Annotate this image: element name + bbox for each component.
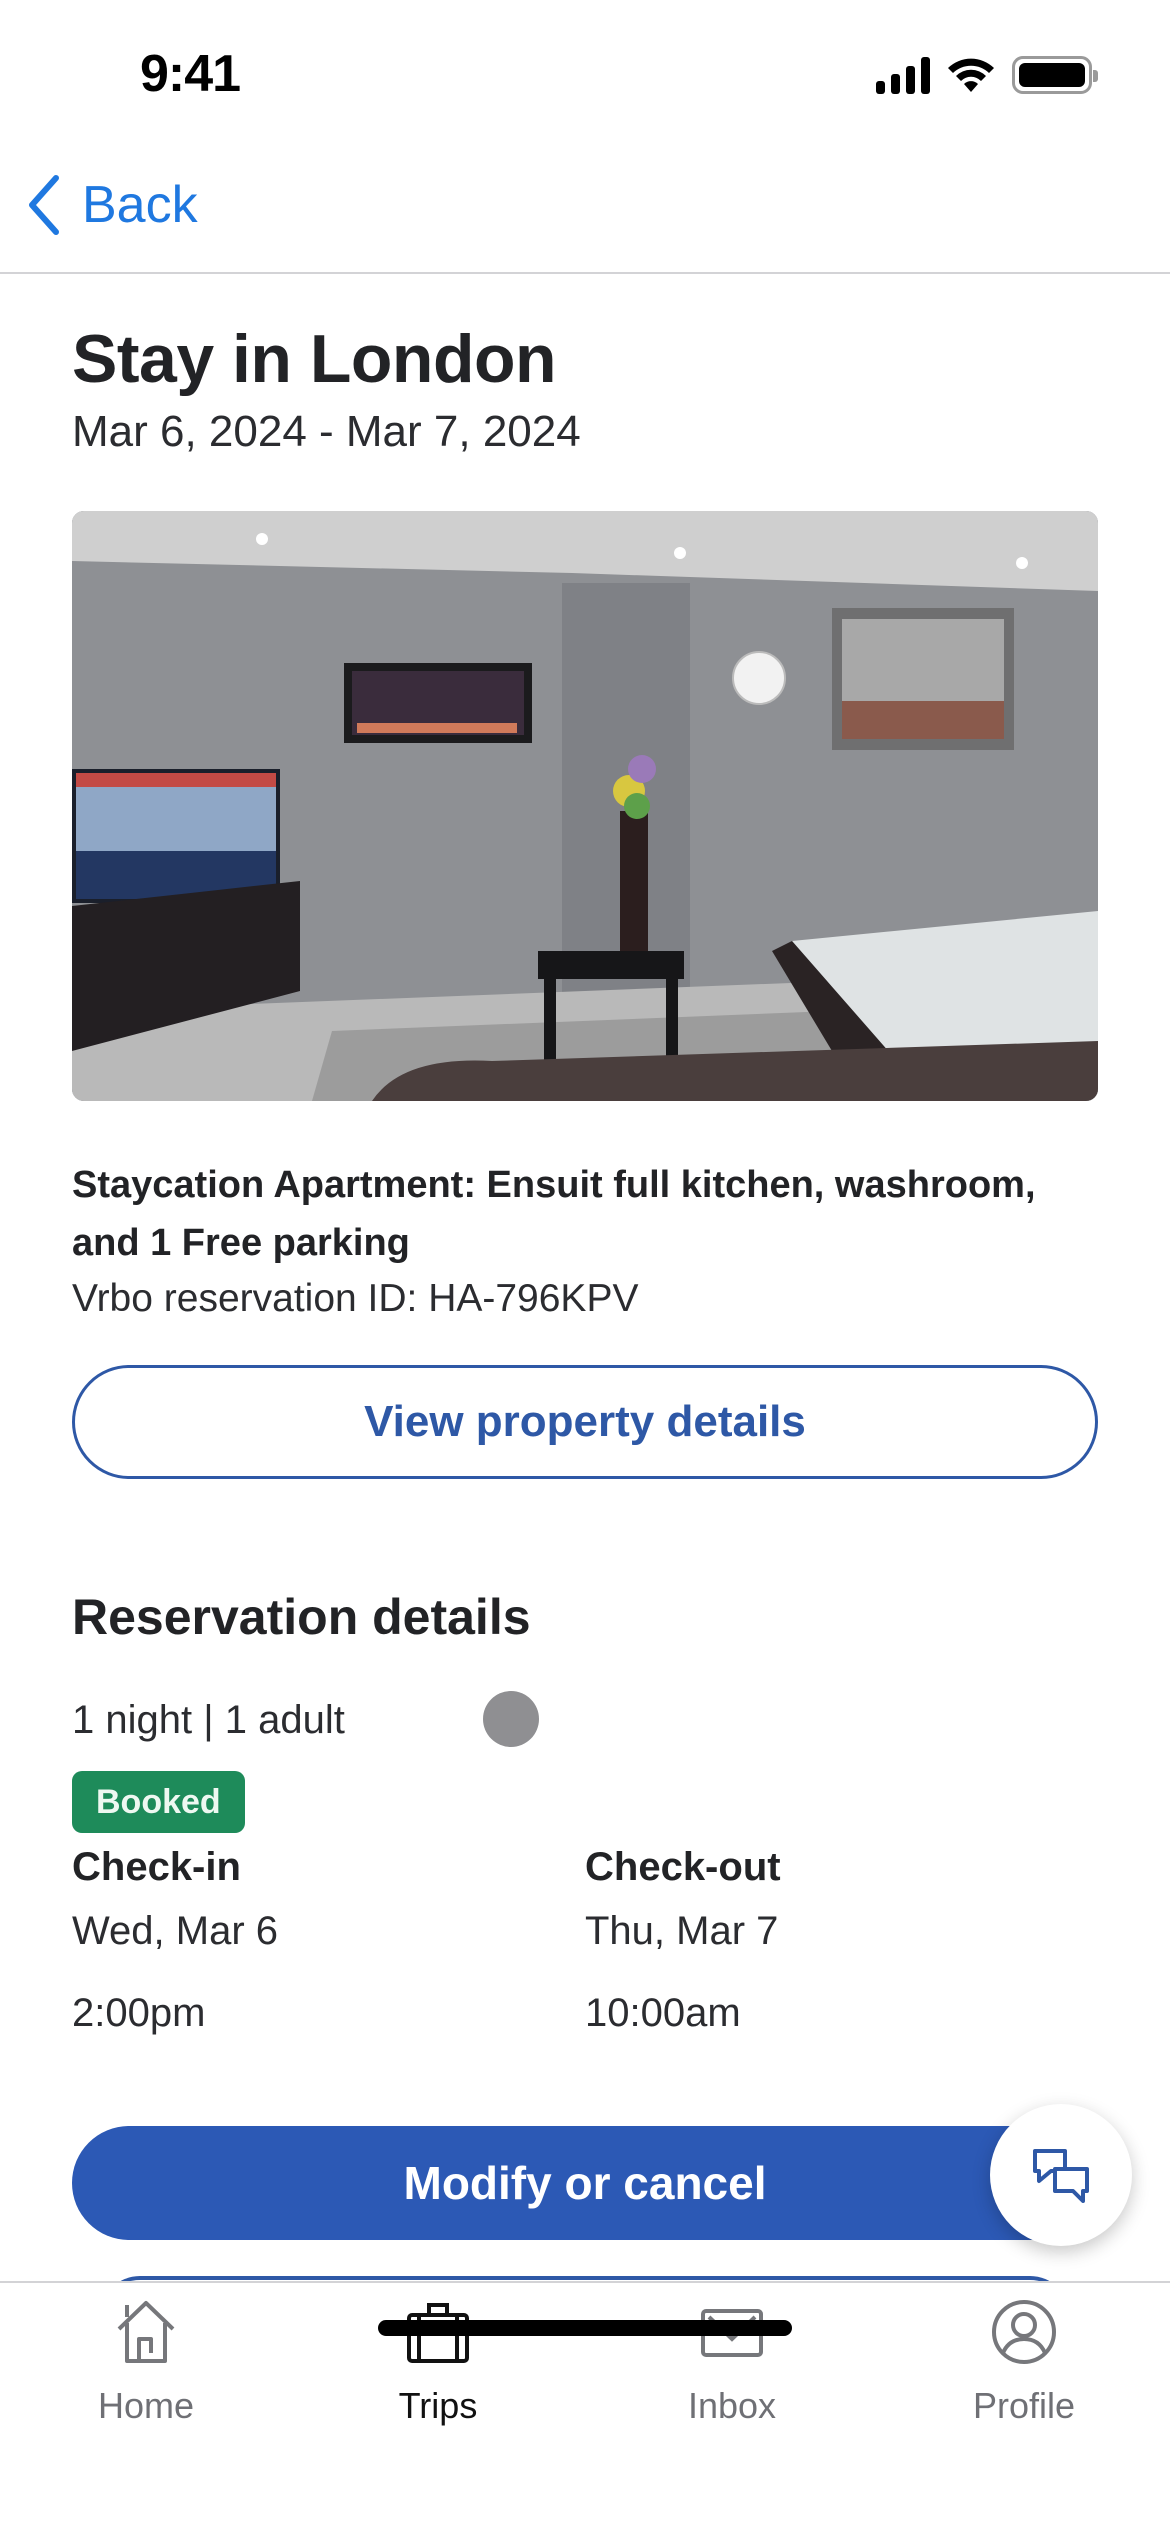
check-in: Check-in Wed, Mar 6 2:00pm [72, 1841, 585, 2037]
modify-or-cancel-button[interactable]: Modify or cancel [72, 2126, 1098, 2240]
home-icon [117, 2301, 175, 2363]
trip-date-range: Mar 6, 2024 - Mar 7, 2024 [72, 407, 581, 457]
tab-bar: Home Trips Inbox Profile [0, 2281, 1170, 2532]
check-out-time: 10:00am [585, 1991, 741, 2036]
loading-indicator-icon [483, 1691, 539, 1748]
tab-profile[interactable]: Profile [924, 2295, 1124, 2445]
reservation-summary: 1 night | 1 adult [72, 1691, 1098, 1748]
check-out-label: Check-out [585, 1845, 781, 1890]
chevron-left-icon [29, 175, 59, 235]
status-time: 9:41 [140, 45, 241, 103]
battery-icon [1012, 56, 1098, 94]
cellular-signal-icon [876, 56, 930, 94]
back-button[interactable]: Back [26, 174, 198, 236]
check-out-date: Thu, Mar 7 [585, 1909, 779, 1954]
reservation-details-title: Reservation details [72, 1589, 531, 1646]
property-name: Staycation Apartment: Ensuit full kitche… [72, 1163, 1036, 1264]
chat-button[interactable] [990, 2104, 1132, 2246]
check-in-label: Check-in [72, 1845, 241, 1890]
wifi-icon [948, 58, 994, 92]
check-in-time: 2:00pm [72, 1991, 206, 2036]
status-icons [876, 56, 1098, 94]
view-property-details-button[interactable]: View property details [72, 1365, 1098, 1480]
check-out: Check-out Thu, Mar 7 10:00am [585, 1841, 1098, 2037]
nights-guests-text: 1 night | 1 adult [72, 1697, 345, 1742]
tab-inbox-label: Inbox [687, 2385, 777, 2426]
tab-home-label: Home [97, 2385, 195, 2426]
check-in-date: Wed, Mar 6 [72, 1909, 278, 1954]
status-bar: 9:41 [0, 0, 1170, 150]
navigation-bar: Back [0, 150, 1170, 274]
status-badge: Booked [72, 1771, 245, 1834]
trip-details-content: Stay in London Mar 6, 2024 - Mar 7, 2024 [72, 274, 1098, 2037]
profile-icon [992, 2300, 1056, 2364]
back-label: Back [82, 176, 198, 234]
tab-trips[interactable]: Trips [338, 2295, 538, 2445]
reservation-id: Vrbo reservation ID: HA-796KPV [72, 1277, 639, 1321]
tab-home[interactable]: Home [46, 2295, 246, 2445]
tab-trips-label: Trips [398, 2385, 478, 2426]
page-title: Stay in London [72, 321, 557, 397]
property-photo[interactable] [72, 510, 1098, 1101]
property-photo-image [72, 510, 1098, 1101]
tab-inbox[interactable]: Inbox [632, 2295, 832, 2445]
check-in-out: Check-in Wed, Mar 6 2:00pm Check-out Thu… [72, 1841, 1098, 2037]
home-indicator[interactable] [378, 2320, 792, 2336]
tab-profile-label: Profile [972, 2385, 1076, 2426]
chat-bubbles-icon [1033, 2149, 1089, 2203]
